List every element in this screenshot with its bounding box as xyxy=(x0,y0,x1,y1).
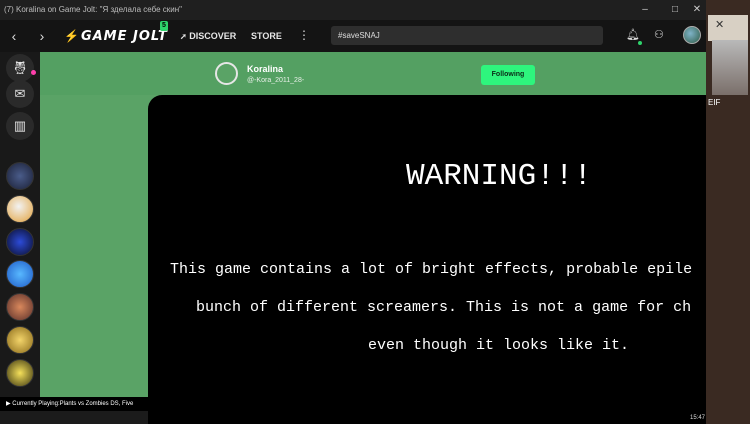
game-warning-screen: WARNING!!! This game contains a lot of b… xyxy=(148,95,750,424)
now-playing-text: Currently Playing:Plants vs Zombies DS, … xyxy=(12,401,134,407)
bolt-icon: ⚡ xyxy=(64,29,79,43)
profile-name[interactable]: Koralina xyxy=(247,64,283,74)
game-shortcut[interactable] xyxy=(6,293,34,321)
search-input[interactable]: #saveSNAJ xyxy=(331,26,603,45)
bell-icon[interactable]: 🔔︎ xyxy=(626,28,640,41)
profile-avatar[interactable] xyxy=(215,62,238,85)
game-shortcut[interactable] xyxy=(6,195,34,223)
compass-icon: ➚ xyxy=(180,32,187,41)
logo-wordmark: GAME JOLT xyxy=(80,28,168,44)
discover-link[interactable]: ➚ DISCOVER xyxy=(180,31,236,41)
minimize-button[interactable]: – xyxy=(638,3,652,17)
following-button[interactable]: Following xyxy=(481,65,535,85)
more-menu-icon[interactable]: ⋮ xyxy=(298,28,310,42)
maximize-button[interactable]: □ xyxy=(668,3,682,17)
background-window-label: EIF xyxy=(708,98,721,107)
background-window-image xyxy=(712,40,748,95)
owl-icon[interactable]: 🦉︎ xyxy=(6,54,34,82)
discover-label: DISCOVER xyxy=(189,31,237,41)
close-window-button[interactable]: ✕ xyxy=(690,3,704,17)
library-icon[interactable]: ▥ xyxy=(6,112,34,140)
warning-title: WARNING!!! xyxy=(406,159,593,194)
game-shortcut[interactable] xyxy=(6,326,34,354)
notification-count-badge: 5 xyxy=(160,21,168,31)
game-shortcut[interactable] xyxy=(6,260,34,288)
store-link[interactable]: STORE xyxy=(251,31,282,41)
game-shortcut[interactable] xyxy=(6,359,34,387)
back-button[interactable]: ‹ xyxy=(6,26,22,46)
close-icon[interactable]: ✕ xyxy=(715,18,724,31)
game-shortcut[interactable] xyxy=(6,228,34,256)
play-icon: ▶ xyxy=(6,401,11,407)
background-window-header xyxy=(708,15,748,41)
window-titlebar: (7) Koralina on Game Jolt: "Я зделала се… xyxy=(0,0,706,20)
window-title: (7) Koralina on Game Jolt: "Я зделала се… xyxy=(4,5,182,14)
profile-header xyxy=(40,52,706,95)
taskbar-clock: 15:47 xyxy=(690,415,706,421)
activity-dot xyxy=(638,41,642,45)
user-avatar[interactable] xyxy=(683,26,701,44)
chat-icon[interactable]: ✉ xyxy=(6,80,34,108)
left-sidebar: 🦉︎ ✉ ▥ xyxy=(0,52,40,397)
warning-text-line: This game contains a lot of bright effec… xyxy=(170,261,693,278)
friends-icon[interactable]: ⚇ xyxy=(654,28,664,41)
now-playing-bar[interactable]: ▶ Currently Playing:Plants vs Zombies DS… xyxy=(0,397,148,411)
profile-handle: @-Kora_2011_28- xyxy=(247,77,305,84)
warning-text-line: even though it looks like it. xyxy=(368,337,630,354)
notification-dot xyxy=(31,70,36,75)
gamejolt-logo[interactable]: ⚡ GAME JOLT 5 xyxy=(64,21,168,44)
warning-text-line: bunch of different screamers. This is no… xyxy=(196,299,692,316)
os-taskbar xyxy=(0,411,148,424)
game-shortcut[interactable] xyxy=(6,162,34,190)
forward-button[interactable]: › xyxy=(34,26,50,46)
